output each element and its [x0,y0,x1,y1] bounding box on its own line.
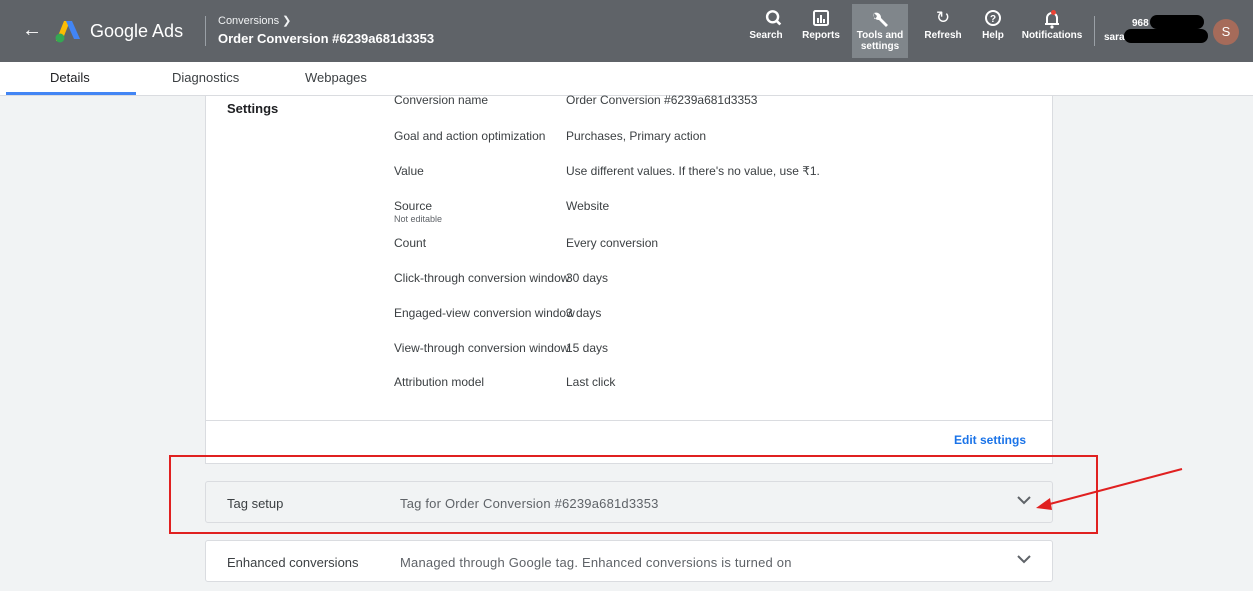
tab-details[interactable]: Details [50,70,90,86]
setting-label: Count [394,236,427,250]
search-button[interactable]: Search [748,8,784,56]
back-arrow-icon[interactable]: ← [22,18,42,42]
page-title: Order Conversion #6239a681d3353 [218,31,435,46]
settings-heading: Settings [227,101,279,116]
refresh-icon: ↻ [935,8,951,27]
reports-label: Reports [802,30,840,41]
setting-value: Use different values. If there's no valu… [566,164,820,178]
tab-webpages[interactable]: Webpages [305,70,367,86]
setting-label: Click-through conversion window [394,271,570,285]
setting-value: Website [566,199,610,213]
setting-value: 15 days [566,341,609,355]
account-id[interactable]: 968 [1132,18,1149,29]
top-app-bar: ← Google Ads Conversions ❯ Order Conversi… [0,0,1253,62]
breadcrumb[interactable]: Conversions ❯ [218,14,291,28]
setting-sublabel: Not editable [394,214,443,224]
help-label: Help [982,30,1004,41]
google-ads-logo-icon[interactable] [54,19,82,43]
chevron-right-icon: ❯ [282,15,292,27]
notification-badge [1051,10,1056,15]
notifications-label: Notifications [1021,30,1083,41]
tab-bar: Details Diagnostics Webpages [0,62,1253,96]
setting-label: Source [394,199,433,213]
edit-settings-button[interactable]: Edit settings [954,433,1026,447]
reports-icon [813,10,829,26]
search-icon [765,10,782,26]
setting-value: 3 days [566,306,602,320]
svg-text:?: ? [990,14,996,25]
refresh-label: Refresh [924,30,962,41]
redaction-mark [1124,29,1208,43]
tools-and-settings-button[interactable]: Tools and settings [852,4,908,58]
refresh-button[interactable]: ↻ Refresh [922,8,964,56]
active-tab-indicator [6,92,136,95]
setting-label: View-through conversion window [394,341,570,355]
breadcrumb-conversions[interactable]: Conversions [218,15,279,27]
setting-label: Attribution model [394,375,485,389]
setting-value: Purchases, Primary action [566,129,707,143]
annotation-highlight-box [169,455,1098,534]
setting-label: Engaged-view conversion window [394,306,575,320]
brand-name[interactable]: Google Ads [90,20,183,42]
avatar[interactable]: S [1213,19,1239,45]
account-divider [1094,16,1095,46]
enhanced-conversions-description: Managed through Google tag. Enhanced con… [400,555,792,570]
setting-value: Last click [566,375,616,389]
setting-value: Every conversion [566,236,659,250]
help-icon: ? [985,10,1001,26]
tab-diagnostics[interactable]: Diagnostics [172,70,239,86]
reports-button[interactable]: Reports [800,8,842,56]
setting-label: Goal and action optimization [394,129,546,143]
setting-label: Conversion name [394,93,489,107]
enhanced-conversions-panel[interactable]: Enhanced conversions Managed through Goo… [205,540,1053,582]
search-label: Search [749,30,783,41]
enhanced-conversions-title: Enhanced conversions [227,555,359,570]
setting-value: Order Conversion #6239a681d3353 [566,93,758,107]
setting-value: 30 days [566,271,609,285]
wrench-icon [873,12,888,27]
setting-label: Value [394,164,424,178]
chevron-down-icon[interactable] [1014,549,1034,569]
header-divider [205,16,206,46]
card-divider [206,420,1052,421]
tools-and-settings-label: Tools and settings [856,30,904,52]
notifications-button[interactable]: Notifications [1018,8,1086,56]
help-button[interactable]: ? Help [978,8,1008,56]
settings-card: Settings Conversion name Order Conversio… [205,93,1053,464]
redaction-mark [1150,15,1204,29]
